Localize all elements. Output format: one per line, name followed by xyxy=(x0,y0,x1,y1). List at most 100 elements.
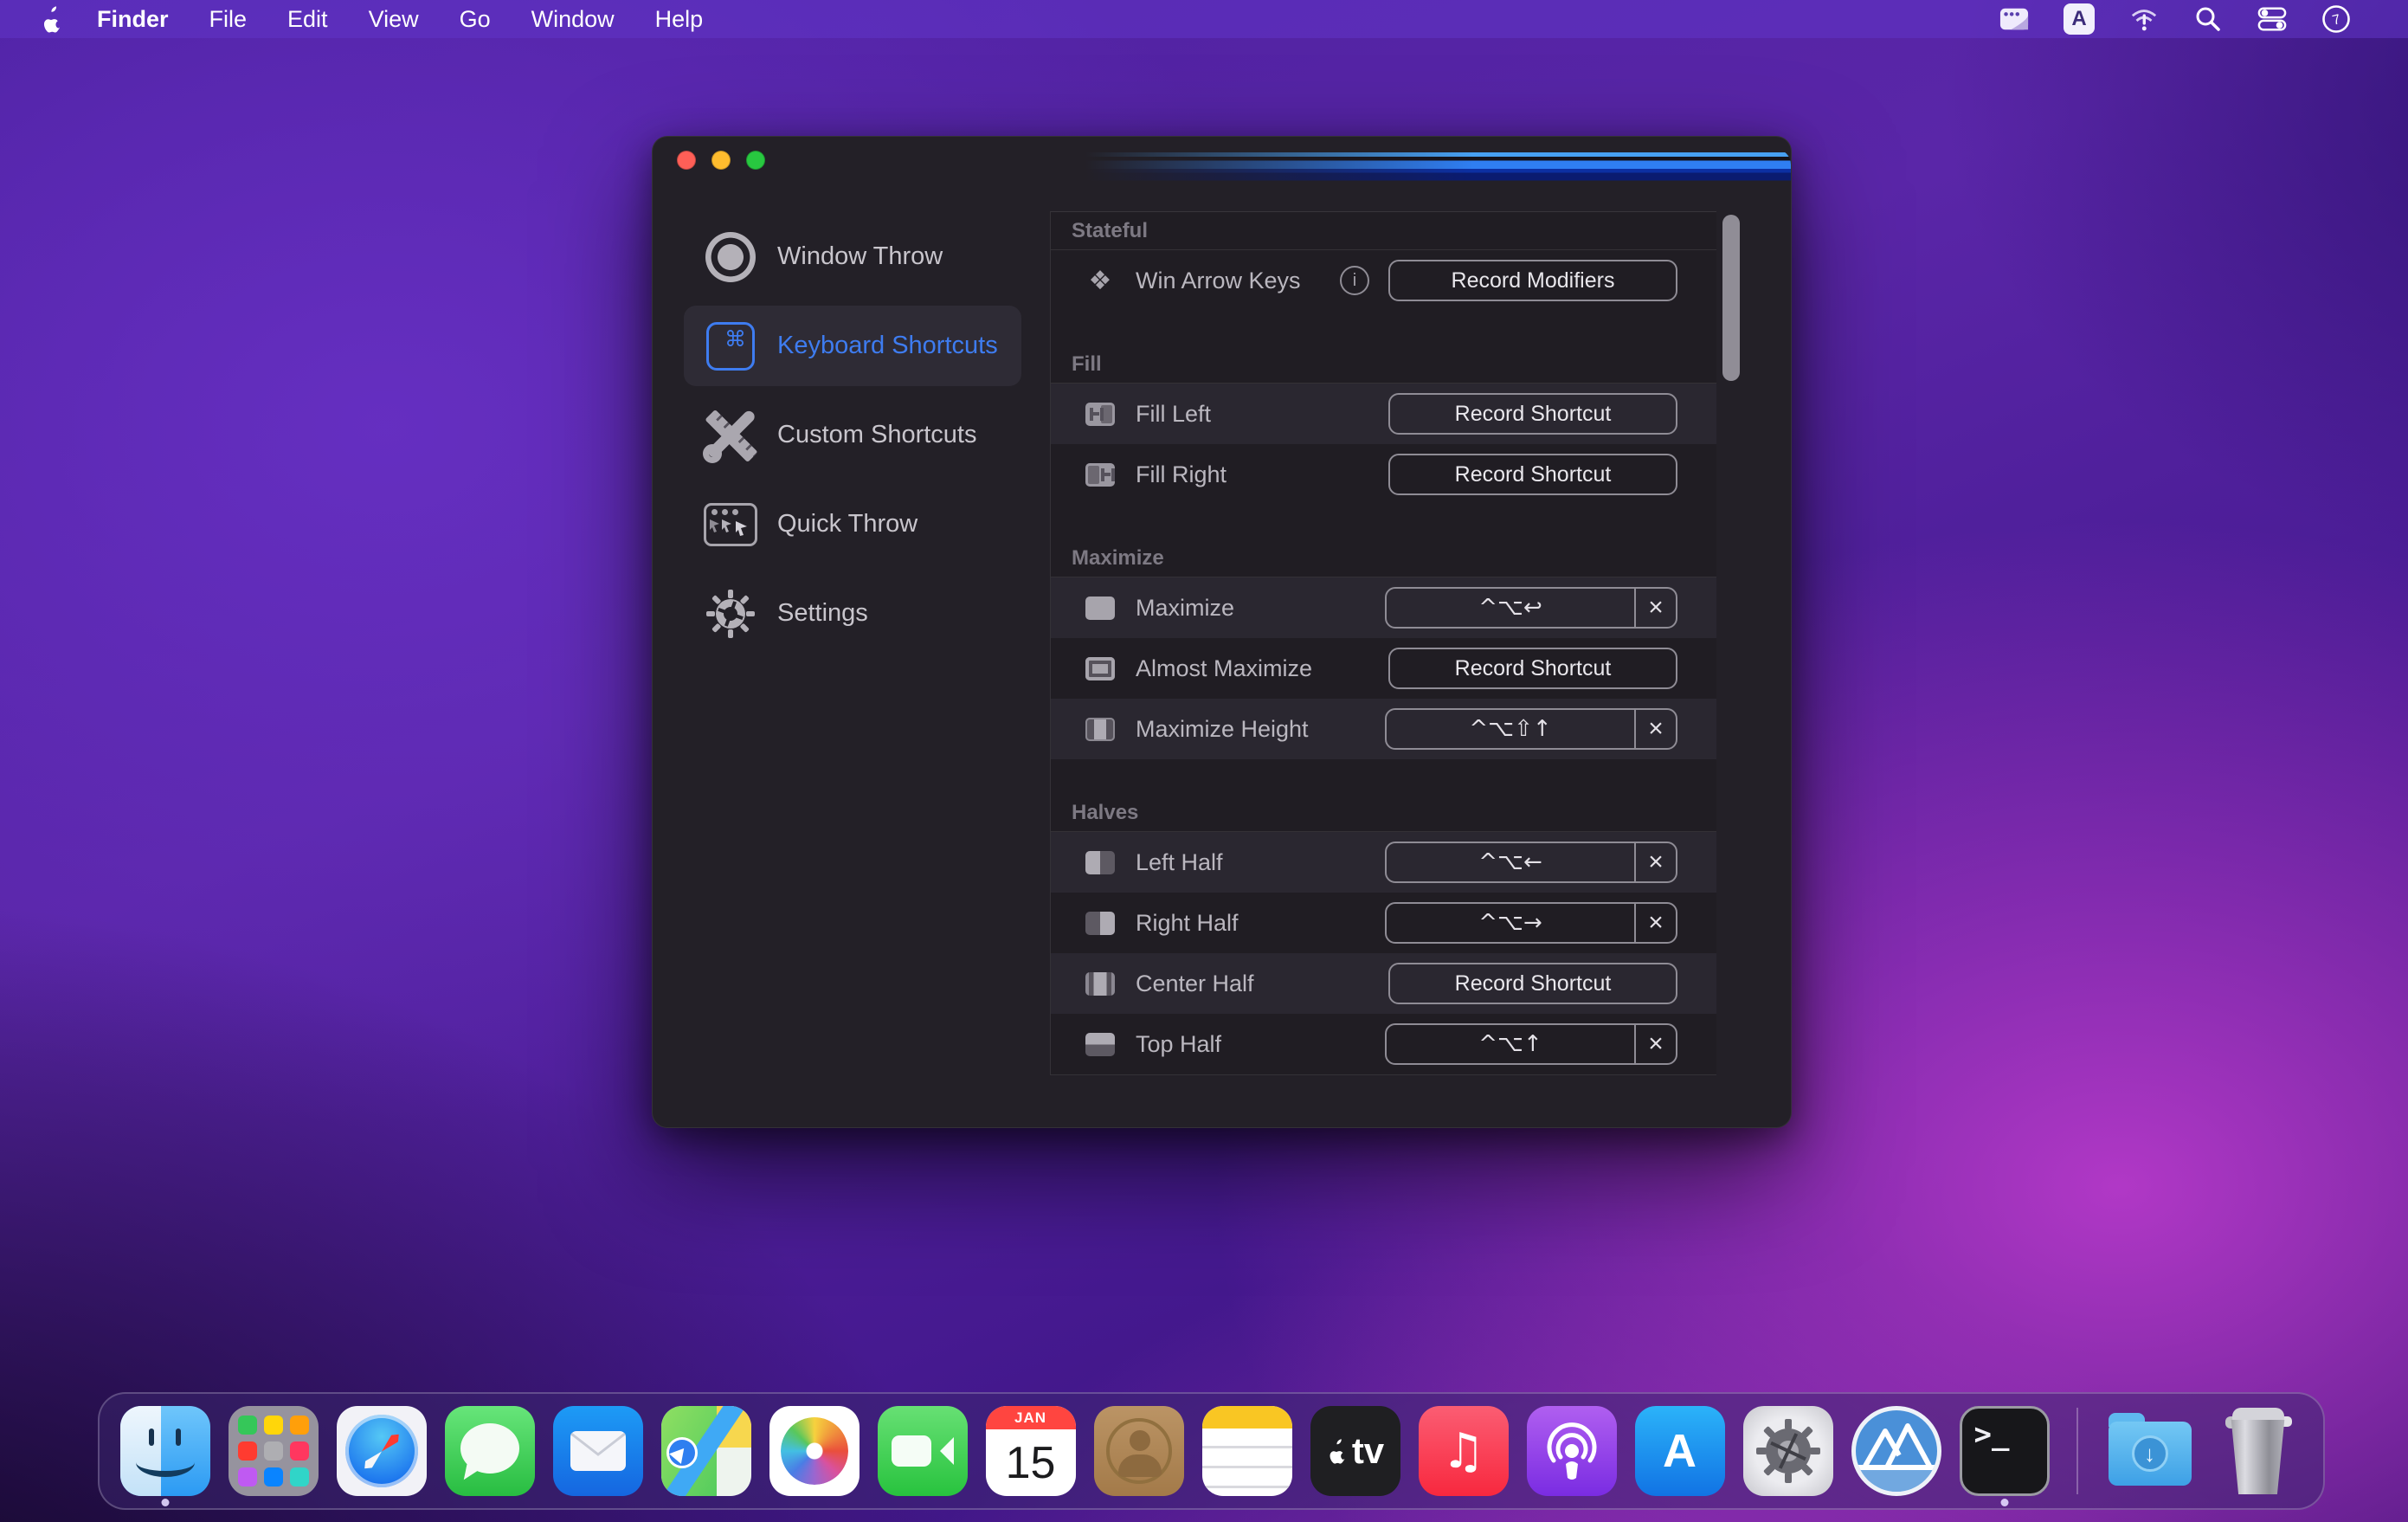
section-stateful: Stateful ❖ Win Arrow Keys i Record Modif… xyxy=(1051,212,1716,311)
right-half-icon xyxy=(1085,911,1115,935)
record-shortcut-button[interactable]: Record Shortcut xyxy=(1388,963,1677,1004)
svg-text:7: 7 xyxy=(2331,12,2342,29)
gear-icon xyxy=(703,586,758,642)
sidebar-item-window-throw[interactable]: Window Throw xyxy=(684,216,1021,297)
apple-tv-label: tv xyxy=(1351,1430,1385,1471)
menu-go[interactable]: Go xyxy=(460,6,491,33)
dock-trash[interactable] xyxy=(2213,1406,2303,1496)
shortcut-keys[interactable]: ^⌥⇧↑ xyxy=(1387,710,1636,748)
downloads-folder-icon: ↓ xyxy=(2105,1406,2195,1496)
row-right-half: Right Half ^⌥→ × xyxy=(1051,893,1716,953)
sidebar-item-settings[interactable]: Settings xyxy=(684,573,1021,654)
almost-maximize-icon xyxy=(1085,656,1115,680)
dock-launchpad[interactable] xyxy=(228,1406,319,1496)
clear-shortcut-button[interactable]: × xyxy=(1636,710,1676,748)
titlebar-blue-streak xyxy=(1085,149,1791,182)
sidebar-item-label: Window Throw xyxy=(777,242,943,270)
sidebar: Window Throw ⌘ Keyboard Shortcuts Custom… xyxy=(684,216,1021,662)
dock-appletv[interactable]: tv xyxy=(1310,1406,1400,1496)
row-center-half: Center Half Record Shortcut xyxy=(1051,953,1716,1014)
dock-music[interactable]: ♫ xyxy=(1418,1406,1509,1496)
dock: JAN 15 tv ♫ A >_ ↓ xyxy=(98,1392,2325,1510)
dock-window-app[interactable] xyxy=(1851,1406,1941,1496)
record-shortcut-button[interactable]: Record Shortcut xyxy=(1388,454,1677,495)
keyboard-window-icon[interactable] xyxy=(1999,4,2029,34)
dock-photos[interactable] xyxy=(769,1406,860,1496)
maximize-height-icon xyxy=(1085,717,1115,741)
shortcut-keys[interactable]: ^⌥→ xyxy=(1387,904,1636,942)
row-fill-left: Fill Left Record Shortcut xyxy=(1051,384,1716,444)
app-store-icon: A xyxy=(1634,1406,1725,1496)
apple-tv-icon: tv xyxy=(1310,1406,1400,1496)
dock-maps[interactable] xyxy=(660,1406,751,1496)
dock-mail[interactable] xyxy=(552,1406,643,1496)
cursors-window-icon xyxy=(703,497,758,552)
dock-contacts[interactable] xyxy=(1093,1406,1184,1496)
download-arrow-icon: ↓ xyxy=(2131,1435,2168,1472)
input-source-icon[interactable]: A xyxy=(2064,3,2095,35)
finder-icon xyxy=(119,1406,210,1496)
center-half-icon xyxy=(1085,971,1115,996)
dock-safari[interactable] xyxy=(336,1406,427,1496)
dock-calendar[interactable]: JAN 15 xyxy=(985,1406,1076,1496)
shortcut-keys[interactable]: ^⌥↩ xyxy=(1387,589,1636,627)
section-header: Halves xyxy=(1051,794,1716,832)
section-header: Maximize xyxy=(1051,539,1716,577)
maps-icon xyxy=(660,1406,751,1496)
row-almost-maximize: Almost Maximize Record Shortcut xyxy=(1051,638,1716,699)
window-manager-app-icon xyxy=(1851,1406,1941,1496)
shortcut-keys[interactable]: ^⌥↑ xyxy=(1387,1025,1636,1063)
section-maximize: Maximize Maximize ^⌥↩ × Almost Maximize … xyxy=(1051,539,1716,759)
control-center-icon[interactable] xyxy=(2257,4,2287,34)
menu-file[interactable]: File xyxy=(209,6,248,33)
clear-shortcut-button[interactable]: × xyxy=(1636,904,1676,942)
menu-app-name[interactable]: Finder xyxy=(97,6,169,33)
clear-shortcut-button[interactable]: × xyxy=(1636,1025,1676,1063)
menu-view[interactable]: View xyxy=(369,6,419,33)
menu-window[interactable]: Window xyxy=(531,6,615,33)
dock-appstore[interactable]: A xyxy=(1634,1406,1725,1496)
dock-messages[interactable] xyxy=(444,1406,535,1496)
safari-icon xyxy=(336,1406,427,1496)
terminal-icon: >_ xyxy=(1959,1406,2050,1496)
row-win-arrow-keys: ❖ Win Arrow Keys i Record Modifiers xyxy=(1051,250,1716,311)
minimize-button[interactable] xyxy=(711,151,731,170)
trash-icon xyxy=(2213,1406,2303,1496)
shortcut-field-left-half: ^⌥← × xyxy=(1385,842,1677,883)
row-left-half: Left Half ^⌥← × xyxy=(1051,832,1716,893)
record-shortcut-button[interactable]: Record Shortcut xyxy=(1388,648,1677,689)
menu-edit[interactable]: Edit xyxy=(287,6,328,33)
sidebar-item-quick-throw[interactable]: Quick Throw xyxy=(684,484,1021,564)
facetime-icon xyxy=(877,1406,968,1496)
spotlight-search-icon[interactable] xyxy=(2193,4,2223,34)
dock-facetime[interactable] xyxy=(877,1406,968,1496)
dock-terminal[interactable]: >_ xyxy=(1959,1406,2050,1506)
scrollbar-thumb[interactable] xyxy=(1722,215,1740,381)
apple-menu-icon[interactable] xyxy=(38,5,66,33)
record-modifiers-button[interactable]: Record Modifiers xyxy=(1388,260,1677,301)
dock-finder[interactable] xyxy=(119,1406,210,1506)
menu-help[interactable]: Help xyxy=(655,6,704,33)
row-top-half: Top Half ^⌥↑ × xyxy=(1051,1014,1716,1074)
shortcut-keys[interactable]: ^⌥← xyxy=(1387,843,1636,881)
close-button[interactable] xyxy=(677,151,696,170)
sidebar-item-custom-shortcuts[interactable]: Custom Shortcuts xyxy=(684,395,1021,475)
clear-shortcut-button[interactable]: × xyxy=(1636,589,1676,627)
wifi-alert-icon[interactable] xyxy=(2129,4,2159,34)
zoom-button[interactable] xyxy=(746,151,765,170)
clock-icon[interactable]: 7 xyxy=(2321,4,2351,34)
sidebar-item-keyboard-shortcuts[interactable]: ⌘ Keyboard Shortcuts xyxy=(684,306,1021,386)
calendar-day: 15 xyxy=(1005,1437,1056,1488)
dock-system-preferences[interactable] xyxy=(1742,1406,1833,1496)
dock-notes[interactable] xyxy=(1201,1406,1292,1496)
record-shortcut-button[interactable]: Record Shortcut xyxy=(1388,393,1677,435)
info-icon[interactable]: i xyxy=(1340,266,1369,295)
dock-podcasts[interactable] xyxy=(1526,1406,1617,1496)
dock-downloads[interactable]: ↓ xyxy=(2105,1406,2195,1496)
sidebar-item-label: Keyboard Shortcuts xyxy=(777,332,998,359)
shortcut-field-right-half: ^⌥→ × xyxy=(1385,902,1677,944)
clear-shortcut-button[interactable]: × xyxy=(1636,843,1676,881)
dock-separator xyxy=(2076,1408,2078,1494)
shortcuts-panel: Stateful ❖ Win Arrow Keys i Record Modif… xyxy=(1050,211,1716,1075)
maximize-icon xyxy=(1085,596,1115,620)
